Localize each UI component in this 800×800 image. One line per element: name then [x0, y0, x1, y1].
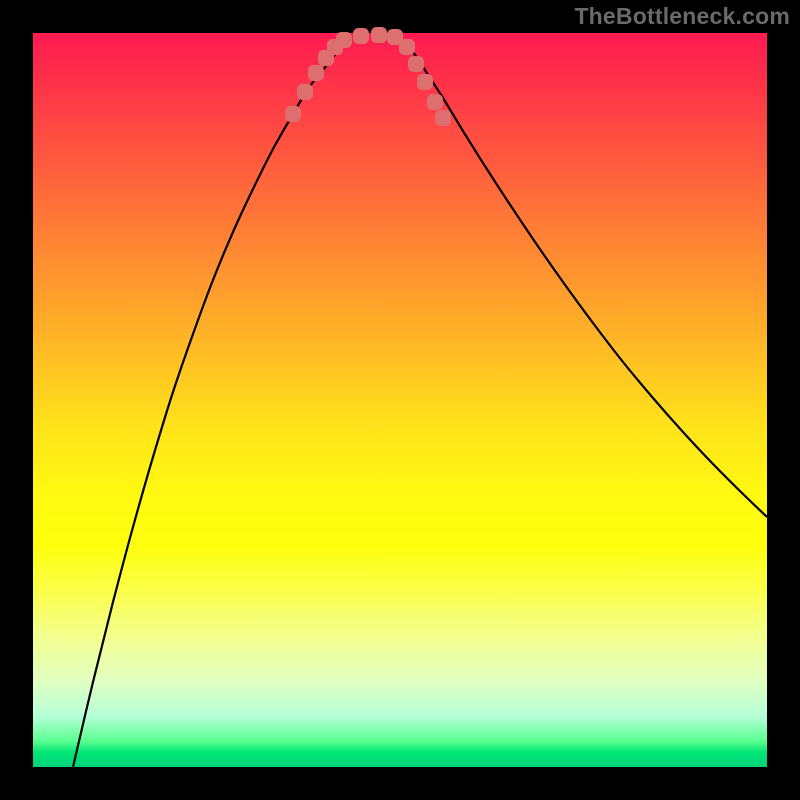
highlight-dot	[308, 65, 324, 81]
curve-layer	[73, 35, 767, 767]
watermark-label: TheBottleneck.com	[574, 3, 790, 30]
curve-right-curve	[411, 49, 767, 517]
highlight-dot	[427, 94, 443, 110]
highlight-dot	[435, 110, 451, 126]
chart-frame: TheBottleneck.com	[0, 0, 800, 800]
highlight-dot	[353, 28, 369, 44]
highlight-dot	[285, 106, 301, 122]
plot-area	[33, 33, 767, 767]
highlight-dot	[371, 27, 387, 43]
chart-svg	[33, 33, 767, 767]
highlight-dot	[408, 56, 424, 72]
marker-layer	[285, 27, 451, 126]
highlight-dot	[399, 39, 415, 55]
highlight-dot	[297, 84, 313, 100]
highlight-dot	[417, 74, 433, 90]
curve-left-curve	[73, 49, 339, 767]
highlight-dot	[336, 32, 352, 48]
